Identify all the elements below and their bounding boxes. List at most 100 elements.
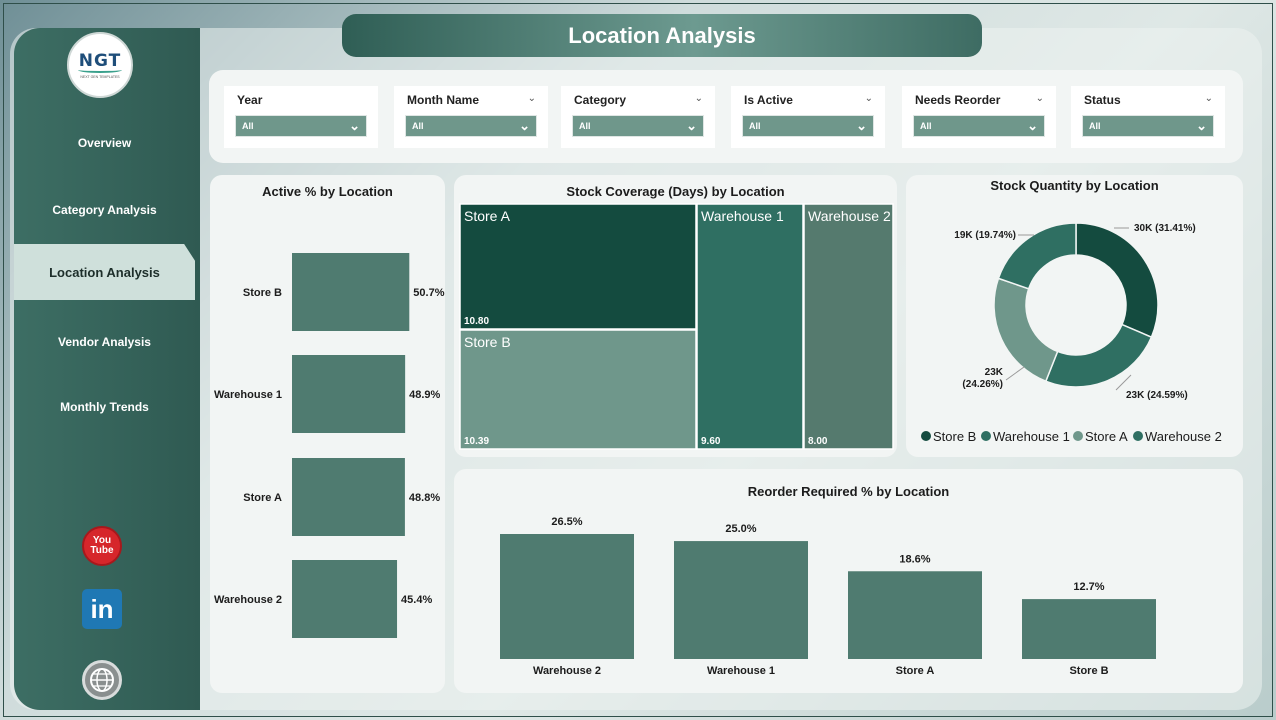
- nav-item-category-analysis[interactable]: Category Analysis: [14, 190, 195, 230]
- treemap-tile: [696, 203, 804, 450]
- slice-label: 30K (31.41%): [1134, 223, 1196, 234]
- category-label: Store A: [896, 665, 935, 677]
- bar: [500, 534, 634, 659]
- bar: [848, 571, 982, 659]
- youtube-text-bottom: Tube: [90, 545, 114, 556]
- bar: [292, 253, 410, 331]
- legend-entry: Store B: [933, 429, 976, 444]
- filter-year: Year All ⌄: [224, 86, 378, 148]
- logo-subtitle: NEXT GEN TEMPLATES: [80, 75, 120, 79]
- tile-label: Store B: [464, 334, 511, 350]
- filter-label: Year: [237, 93, 263, 107]
- legend-entry: Store A: [1085, 429, 1128, 444]
- filter-value: All: [412, 121, 424, 131]
- legend-entry: Warehouse 1: [993, 429, 1070, 444]
- filter-value: All: [242, 121, 254, 131]
- filter-value: All: [749, 121, 761, 131]
- filter-value: All: [579, 121, 591, 131]
- chevron-down-icon[interactable]: ⌄: [865, 93, 873, 104]
- linkedin-icon[interactable]: in: [82, 589, 122, 629]
- stock-coverage-treemap: Store A 10.80 Store B 10.39 Warehouse 1 9.60 W…: [459, 203, 894, 450]
- data-label: 50.7%: [413, 287, 444, 299]
- donut-slice: [993, 277, 1059, 383]
- reorder-required-chart: 26.5% Warehouse 2 25.0% Warehouse 1 18.6% Sto…: [500, 516, 1156, 677]
- youtube-icon[interactable]: You Tube: [82, 526, 122, 566]
- bar: [292, 355, 406, 433]
- filter-is-active: Is Active ⌄ All ⌄: [731, 86, 885, 148]
- globe-glyph: [90, 668, 114, 692]
- data-label: 25.0%: [725, 523, 756, 535]
- nav-item-vendor-analysis[interactable]: Vendor Analysis: [14, 322, 195, 362]
- tile-label: Warehouse 2: [808, 208, 891, 224]
- slice-label-extra: (24.26%): [962, 379, 1003, 390]
- chevron-down-icon[interactable]: ⌄: [1036, 93, 1044, 104]
- chevron-down-icon: ⌄: [519, 118, 530, 133]
- chevron-down-icon[interactable]: ⌄: [695, 93, 703, 104]
- tile-value: 10.39: [464, 436, 489, 447]
- slice-label: 23K: [985, 367, 1004, 378]
- data-label: 45.4%: [401, 594, 432, 606]
- ngt-logo: NGT NEXT GEN TEMPLATES: [67, 32, 133, 98]
- legend-marker: [981, 431, 991, 441]
- filter-month-name: Month Name ⌄ All ⌄: [394, 86, 548, 148]
- treemap-tile: [803, 203, 894, 450]
- tile-value: 9.60: [701, 436, 721, 447]
- legend-entry: Warehouse 2: [1145, 429, 1222, 444]
- bar: [292, 560, 398, 638]
- filter-dropdown[interactable]: All ⌄: [742, 115, 874, 137]
- active-by-location-chart: Store B 50.7% Warehouse 1 48.9% Store A 48.8%…: [214, 253, 445, 638]
- filter-dropdown[interactable]: All ⌄: [1082, 115, 1214, 137]
- filter-label: Is Active: [744, 93, 793, 107]
- active-by-location-card: Active % by Location Store B 50.7% Warehou…: [210, 175, 445, 693]
- nav-item-overview[interactable]: Overview: [14, 123, 195, 163]
- category-label: Store B: [1069, 665, 1108, 677]
- category-label: Store B: [243, 287, 282, 299]
- bar: [674, 541, 808, 659]
- nav-item-monthly-trends[interactable]: Monthly Trends: [14, 387, 195, 427]
- chevron-down-icon: ⌄: [1196, 118, 1207, 133]
- nav-item-location-analysis[interactable]: Location Analysis: [14, 244, 195, 300]
- slice-label: 19K (19.74%): [954, 230, 1016, 241]
- logo-swoosh-icon: [78, 67, 122, 73]
- filter-label: Needs Reorder: [915, 93, 1001, 107]
- data-label: 12.7%: [1073, 581, 1104, 593]
- tile-value: 8.00: [808, 436, 828, 447]
- filter-label: Month Name: [407, 93, 479, 107]
- chevron-down-icon: ⌄: [349, 118, 360, 133]
- reorder-required-card: Reorder Required % by Location 26.5% Ware…: [454, 469, 1243, 693]
- category-label: Warehouse 1: [214, 389, 282, 401]
- leader-line: [1115, 374, 1132, 391]
- filter-dropdown[interactable]: All ⌄: [913, 115, 1045, 137]
- category-label: Store A: [243, 492, 282, 504]
- filter-dropdown[interactable]: All ⌄: [235, 115, 367, 137]
- category-label: Warehouse 1: [707, 665, 775, 677]
- filter-dropdown[interactable]: All ⌄: [572, 115, 704, 137]
- stock-coverage-card: Stock Coverage (Days) by Location Store …: [454, 175, 897, 457]
- chevron-down-icon[interactable]: ⌄: [528, 93, 536, 104]
- filter-status: Status ⌄ All ⌄: [1071, 86, 1225, 148]
- category-label: Warehouse 2: [214, 594, 282, 606]
- filter-category: Category ⌄ All ⌄: [561, 86, 715, 148]
- chevron-down-icon: ⌄: [686, 118, 697, 133]
- data-label: 26.5%: [551, 516, 582, 528]
- leader-line: [1005, 366, 1025, 381]
- filter-label: Category: [574, 93, 627, 107]
- chevron-down-icon[interactable]: ⌄: [1205, 93, 1213, 104]
- category-label: Warehouse 2: [533, 665, 601, 677]
- legend-marker: [921, 431, 931, 441]
- legend-marker: [1133, 431, 1143, 441]
- globe-icon[interactable]: [82, 660, 122, 700]
- tile-value: 10.80: [464, 316, 489, 327]
- chevron-down-icon: ⌄: [856, 118, 867, 133]
- donut-slice: [1044, 323, 1153, 388]
- stock-quantity-donut: 30K (31.41%) 23K (24.59%) 23K(24.26%) 19K (…: [921, 222, 1222, 444]
- filter-value: All: [1089, 121, 1101, 131]
- slice-label: 23K (24.59%): [1126, 390, 1188, 401]
- filter-needs-reorder: Needs Reorder ⌄ All ⌄: [902, 86, 1056, 148]
- chevron-down-icon: ⌄: [1027, 118, 1038, 133]
- filter-dropdown[interactable]: All ⌄: [405, 115, 537, 137]
- page-title: Location Analysis: [342, 14, 982, 57]
- data-label: 18.6%: [899, 553, 930, 565]
- legend-marker: [1073, 431, 1083, 441]
- tile-label: Store A: [464, 208, 511, 224]
